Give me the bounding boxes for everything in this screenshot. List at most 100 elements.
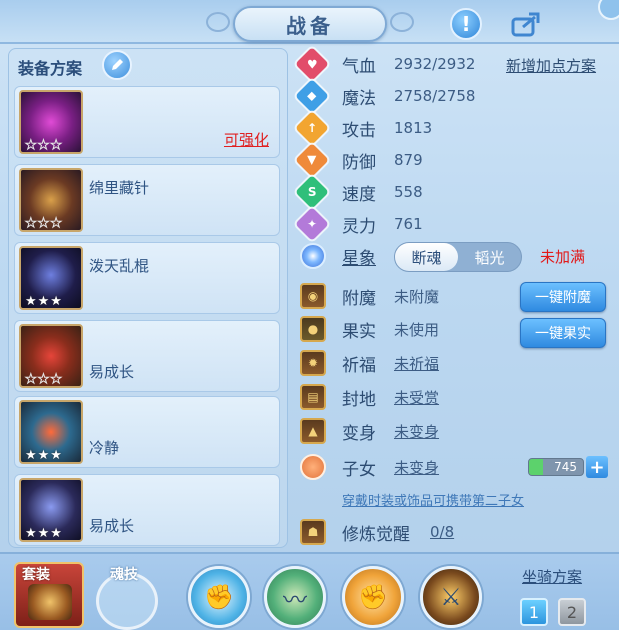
constellation-status: 未加满	[540, 248, 586, 266]
mount-plan-1-button[interactable]: 1	[520, 598, 548, 626]
equip-slot-2[interactable]: 绵里藏针 ★★★	[14, 164, 280, 236]
share-icon	[511, 12, 540, 37]
heart-icon: ♥	[295, 47, 329, 81]
add-button[interactable]: +	[586, 456, 608, 478]
star-rating: ★★★	[25, 216, 63, 232]
stat-spirit: ✦ 灵力 761	[295, 207, 423, 241]
row-label: 变身	[342, 423, 376, 444]
row-label: 子女	[342, 459, 376, 480]
stat-value: 2932/2932	[394, 55, 476, 73]
upgrade-link[interactable]: 可强化	[224, 129, 269, 150]
equip-slot-4[interactable]: 易成长 ★★★	[14, 320, 280, 392]
stat-value: 761	[394, 215, 423, 233]
blessing-icon: ✹	[300, 350, 326, 376]
row-value: 未使用	[394, 320, 440, 339]
transform-icon: ▲	[300, 418, 326, 444]
exclamation-icon: !	[461, 12, 471, 36]
star-rating: ★★★	[25, 526, 63, 541]
skill-orb-thread[interactable]: 〰	[264, 566, 326, 628]
title-plate: 战备	[233, 6, 387, 42]
blessing-row: ✹ 祈福 未祈福	[300, 349, 439, 377]
transform-link[interactable]: 未变身	[394, 421, 439, 442]
constellation-toggle[interactable]: 断魂 韬光	[394, 242, 522, 272]
row-label: 果实	[342, 321, 376, 342]
equip-name: 绵里藏针	[89, 179, 150, 197]
stat-attack: ↑ 攻击 1813	[295, 111, 433, 145]
fief-icon: ▤	[300, 384, 326, 410]
row-label: 附魔	[342, 288, 376, 309]
equip-name: 易成长	[89, 363, 135, 381]
skill-orb-fist[interactable]: ✊	[188, 566, 250, 628]
toggle-option-taoguang[interactable]: 韬光	[458, 243, 521, 271]
toggle-option-duanhun[interactable]: 断魂	[395, 243, 458, 271]
attack-icon: ↑	[295, 111, 329, 145]
one-click-fruit-button[interactable]: 一键果实	[520, 318, 606, 348]
stat-value: 1813	[394, 119, 433, 137]
constellation-link[interactable]: 星象	[342, 244, 394, 269]
share-button[interactable]	[510, 8, 542, 40]
awaken-link[interactable]: 0/8	[430, 523, 454, 541]
suit-label: 套装	[22, 567, 50, 583]
equip-slot-3[interactable]: 泼天乱棍 ★★★	[14, 242, 280, 314]
stat-value: 558	[394, 183, 423, 201]
stat-label: 灵力	[342, 216, 376, 237]
add-point-plan-link[interactable]: 新增加点方案	[506, 55, 596, 76]
mount-plan-title[interactable]: 坐骑方案	[522, 566, 582, 587]
progress-value: 745	[554, 460, 577, 474]
awaken-icon: ☗	[300, 519, 326, 545]
row-label: 修炼觉醒	[342, 524, 410, 545]
child-icon	[300, 454, 326, 480]
star-rating: ★★★	[25, 372, 63, 388]
stat-defense: ▼ 防御 879	[295, 143, 423, 177]
row-label: 祈福	[342, 355, 376, 376]
equip-plan-title: 装备方案	[18, 59, 83, 78]
stat-hp: ♥ 气血 2932/2932	[295, 47, 476, 81]
stat-label: 魔法	[342, 88, 376, 109]
child-link[interactable]: 未变身	[394, 457, 439, 478]
fruit-icon: ●	[300, 316, 326, 342]
skill-orb-punch[interactable]: ✊	[342, 566, 404, 628]
stat-label: 速度	[342, 184, 376, 205]
transform-row: ▲ 变身 未变身	[300, 417, 439, 445]
soul-skill-label: 魂技	[110, 567, 138, 583]
equip-name: 泼天乱棍	[89, 257, 150, 275]
star-compass-icon	[300, 243, 326, 269]
fruit-row: ● 果实 未使用	[300, 315, 439, 343]
fief-link[interactable]: 未受赏	[394, 387, 439, 408]
row-label: 封地	[342, 389, 376, 410]
child-hint-link[interactable]: 穿戴时装或饰品可携带第二子女	[342, 490, 524, 509]
awaken-row: ☗ 修炼觉醒 0/8	[300, 518, 454, 546]
stat-value: 2758/2758	[394, 87, 476, 105]
star-rating: ★★★	[25, 138, 63, 154]
progress-fill	[529, 459, 543, 475]
constellation-row: 星象	[300, 242, 394, 270]
equip-name: 冷静	[89, 439, 120, 457]
pencil-icon	[112, 59, 123, 70]
star-rating: ★★★	[25, 294, 63, 309]
enchant-icon: ◉	[300, 283, 326, 309]
ornament-curl-right	[390, 12, 414, 32]
stat-speed: S 速度 558	[295, 175, 423, 209]
info-button[interactable]: !	[450, 8, 482, 40]
mount-plan-2-button[interactable]: 2	[558, 598, 586, 626]
equip-name: 易成长	[89, 517, 135, 535]
child-progress-bar: 745	[528, 458, 584, 476]
equip-slot-6[interactable]: 易成长 ★★★	[14, 474, 280, 546]
stat-label: 攻击	[342, 120, 376, 141]
child-row: 子女 未变身	[300, 453, 439, 481]
equip-slot-1[interactable]: ★★★ 可强化	[14, 86, 280, 158]
page-title: 战备	[286, 13, 334, 38]
fief-row: ▤ 封地 未受赏	[300, 383, 439, 411]
equip-slot-5[interactable]: 冷静 ★★★	[14, 396, 280, 468]
defense-icon: ▼	[295, 143, 329, 177]
blessing-link[interactable]: 未祈福	[394, 353, 439, 374]
edit-plan-button[interactable]	[102, 50, 132, 80]
skill-orb-warrior[interactable]: ⚔	[420, 566, 482, 628]
stat-label: 防御	[342, 152, 376, 173]
stat-mp: ◆ 魔法 2758/2758	[295, 79, 476, 113]
stat-label: 气血	[342, 56, 376, 77]
spirit-icon: ✦	[295, 207, 329, 241]
treasure-chest-icon	[28, 584, 72, 620]
speed-icon: S	[295, 175, 329, 209]
one-click-enchant-button[interactable]: 一键附魔	[520, 282, 606, 312]
